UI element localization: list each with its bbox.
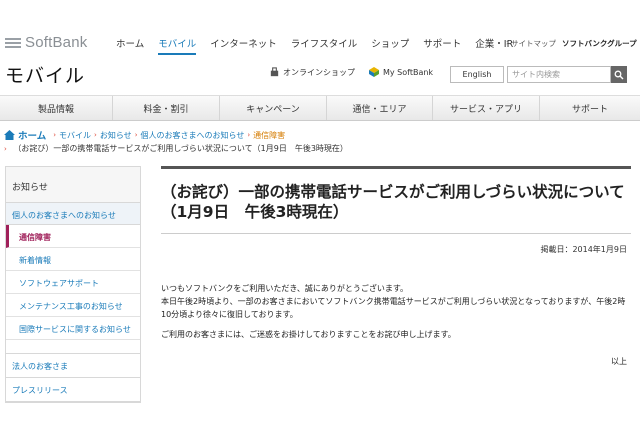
search-input[interactable]: サイト内検索 <box>507 66 611 83</box>
category-services-apps[interactable]: サービス・アプリ <box>433 96 540 120</box>
chevron-right-icon: › <box>506 38 509 47</box>
breadcrumb-home[interactable]: ホーム <box>18 128 46 142</box>
breadcrumb: ホーム › モバイル › お知らせ › 個人のお客さまへのお知らせ › 通信障害 <box>4 128 285 142</box>
global-nav-support[interactable]: サポート <box>423 36 461 55</box>
article-greeting: いつもソフトバンクをご利用いただき、誠にありがとうございます。 <box>161 284 409 293</box>
article-paragraph-2: ご利用のお客さまには、ご迷惑をお掛けしておりますことをお詫び申し上げます。 <box>161 330 456 339</box>
sidebar-item-press-release[interactable]: プレスリリース <box>6 378 140 402</box>
title-divider <box>161 233 631 234</box>
global-nav-lifestyle[interactable]: ライフスタイル <box>291 36 358 55</box>
article-closing: 以上 <box>611 357 627 366</box>
article-title-line2: （1月9日 午後3時現在） <box>161 203 349 221</box>
search-icon <box>614 70 624 79</box>
article-title-line1: （お詫び）一部の携帯電話サービスがご利用しづらい状況について <box>161 183 625 201</box>
breadcrumb-separator-icon: › <box>94 131 97 139</box>
sidebar-item-international[interactable]: 国際サービスに関するお知らせ <box>6 317 140 340</box>
sidebar-item-network-outage[interactable]: 通信障害 <box>6 225 140 248</box>
category-pricing[interactable]: 料金・割引 <box>113 96 220 120</box>
sidebar-spacer <box>6 340 140 354</box>
article-paragraph-1: いつもソフトバンクをご利用いただき、誠にありがとうございます。 本日午後2時頃よ… <box>161 282 631 321</box>
article-body: 本日午後2時頃より、一部のお客さまにおいてソフトバンク携帯電話サービスがご利用し… <box>161 297 626 319</box>
posted-date: 掲載日：2014年1月9日 <box>540 245 627 254</box>
sidebar-item-maintenance[interactable]: メンテナンス工事のお知らせ <box>6 294 140 317</box>
utility-links: › サイトマップ ソフトバンクグループ <box>506 38 637 49</box>
article: （お詫び）一部の携帯電話サービスがご利用しづらい状況について （1月9日 午後3… <box>161 166 635 366</box>
my-softbank-label: My SoftBank <box>383 67 434 77</box>
breadcrumb-current-page: › （お詫び）一部の携帯電話サービスがご利用しづらい状況について（1月9日 午後… <box>4 143 348 154</box>
breadcrumb-personal-news[interactable]: 個人のお客さまへのお知らせ <box>141 130 245 141</box>
breadcrumb-separator-icon: › <box>53 131 57 139</box>
sidebar-item-software-support[interactable]: ソフトウェアサポート <box>6 271 140 294</box>
logo-text: SoftBank <box>25 34 88 51</box>
article-title: （お詫び）一部の携帯電話サービスがご利用しづらい状況について （1月9日 午後3… <box>161 182 635 222</box>
softbank-group-link[interactable]: ソフトバンクグループ <box>562 38 637 49</box>
sidebar-item-personal-news[interactable]: 個人のお客さまへのお知らせ <box>6 203 140 225</box>
global-nav-shop[interactable]: ショップ <box>371 36 409 55</box>
category-products[interactable]: 製品情報 <box>0 96 113 120</box>
online-shop-link[interactable]: オンラインショップ <box>269 66 355 78</box>
softbank-logo[interactable]: SoftBank <box>5 34 87 51</box>
global-nav: ホーム モバイル インターネット ライフスタイル ショップ サポート 企業・IR <box>116 36 527 55</box>
breadcrumb-separator-icon: › <box>247 131 251 139</box>
breadcrumb-separator-icon: › <box>4 145 7 153</box>
my-softbank-link[interactable]: My SoftBank <box>368 66 433 78</box>
breadcrumb-network-outage[interactable]: 通信障害 <box>253 130 285 141</box>
sidebar-heading[interactable]: お知らせ <box>6 167 140 203</box>
breadcrumb-mobile[interactable]: モバイル <box>59 130 91 141</box>
mysoftbank-icon <box>369 67 379 77</box>
search-button[interactable] <box>611 66 627 83</box>
sidebar: お知らせ 個人のお客さまへのお知らせ 通信障害 新着情報 ソフトウェアサポート … <box>5 166 141 403</box>
sidebar-item-business[interactable]: 法人のお客さま <box>6 354 140 378</box>
category-nav: 製品情報 料金・割引 キャンペーン 通信・エリア サービス・アプリ サポート <box>0 95 640 121</box>
top-bar: SoftBank ホーム モバイル インターネット ライフスタイル ショップ サ… <box>0 0 640 56</box>
global-nav-home[interactable]: ホーム <box>116 36 144 55</box>
category-support[interactable]: サポート <box>540 96 640 120</box>
online-shop-label: オンラインショップ <box>283 67 355 77</box>
english-button[interactable]: English <box>450 66 504 83</box>
section-title: モバイル <box>5 65 86 87</box>
category-network-area[interactable]: 通信・エリア <box>327 96 433 120</box>
header-tools: オンラインショップ My SoftBank <box>269 66 446 78</box>
sidebar-item-latest-news[interactable]: 新着情報 <box>6 248 140 271</box>
home-icon <box>4 130 15 140</box>
global-nav-mobile[interactable]: モバイル <box>158 36 197 55</box>
category-campaign[interactable]: キャンペーン <box>220 96 327 120</box>
sitemap-link[interactable]: サイトマップ <box>511 38 556 49</box>
breadcrumb-page-title: （お詫び）一部の携帯電話サービスがご利用しづらい状況について（1月9日 午後3時… <box>13 144 348 153</box>
breadcrumb-separator-icon: › <box>134 131 138 139</box>
article-top-rule <box>161 166 631 169</box>
breadcrumb-news[interactable]: お知らせ <box>100 130 132 141</box>
cart-icon <box>270 66 279 76</box>
softbank-logo-icon <box>5 37 21 48</box>
global-nav-internet[interactable]: インターネット <box>210 36 277 55</box>
